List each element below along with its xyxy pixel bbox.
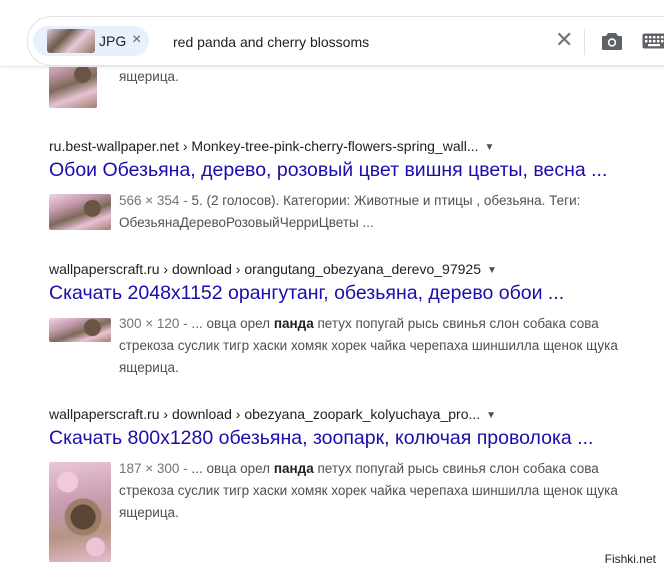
result-url[interactable]: wallpaperscraft.ru › download › oranguta… — [49, 261, 497, 277]
result-title[interactable]: Скачать 2048x1152 орангутанг, обезьяна, … — [49, 282, 564, 305]
search-header: JPG × red panda and cherry blossoms ✕ — [0, 0, 664, 67]
chevron-down-icon[interactable]: ▼ — [487, 265, 497, 276]
result-path: › Monkey-tree-pink-cherry-flowers-spring… — [178, 138, 479, 154]
result-path: › download › obezyana_zoopark_kolyuchaya… — [159, 406, 481, 422]
close-icon[interactable]: ✕ — [555, 27, 573, 53]
result-snippet: ящерица. — [119, 69, 179, 84]
divider — [584, 29, 585, 55]
image-chip-label: JPG — [99, 33, 127, 49]
image-chip[interactable]: JPG × — [33, 26, 149, 56]
watermark: Fishki.net — [602, 552, 658, 566]
search-input[interactable]: red panda and cherry blossoms — [173, 34, 369, 50]
result-site: ru.best-wallpaper.net — [49, 138, 179, 154]
result-url[interactable]: ru.best-wallpaper.net › Monkey-tree-pink… — [49, 138, 494, 154]
chevron-down-icon[interactable]: ▼ — [486, 410, 496, 421]
keyboard-icon[interactable] — [642, 33, 664, 49]
result-thumbnail[interactable] — [49, 462, 111, 562]
search-box[interactable]: JPG × red panda and cherry blossoms ✕ — [27, 16, 664, 66]
result-title[interactable]: Скачать 800x1280 обезьяна, зоопарк, колю… — [49, 427, 593, 450]
result-title[interactable]: Обои Обезьяна, дерево, розовый цвет вишн… — [49, 159, 607, 182]
result-url[interactable]: wallpaperscraft.ru › download › obezyana… — [49, 406, 496, 422]
result-snippet: 566 × 354 - 5. (2 голосов). Категории: Ж… — [119, 193, 581, 230]
result-site: wallpaperscraft.ru — [49, 261, 160, 277]
result-snippet: 300 × 120 - ... овца орел панда петух по… — [119, 316, 618, 375]
result-path: › download › orangutang_obezyana_derevo_… — [159, 261, 481, 277]
result-snippet: 187 × 300 - ... овца орел панда петух по… — [119, 461, 618, 520]
chip-close-icon[interactable]: × — [132, 31, 141, 49]
result-site: wallpaperscraft.ru — [49, 406, 160, 422]
result-thumbnail[interactable] — [49, 318, 111, 342]
camera-icon[interactable] — [601, 31, 623, 51]
result-thumbnail[interactable] — [49, 194, 111, 230]
image-chip-thumbnail — [47, 29, 95, 53]
chevron-down-icon[interactable]: ▼ — [485, 142, 495, 153]
